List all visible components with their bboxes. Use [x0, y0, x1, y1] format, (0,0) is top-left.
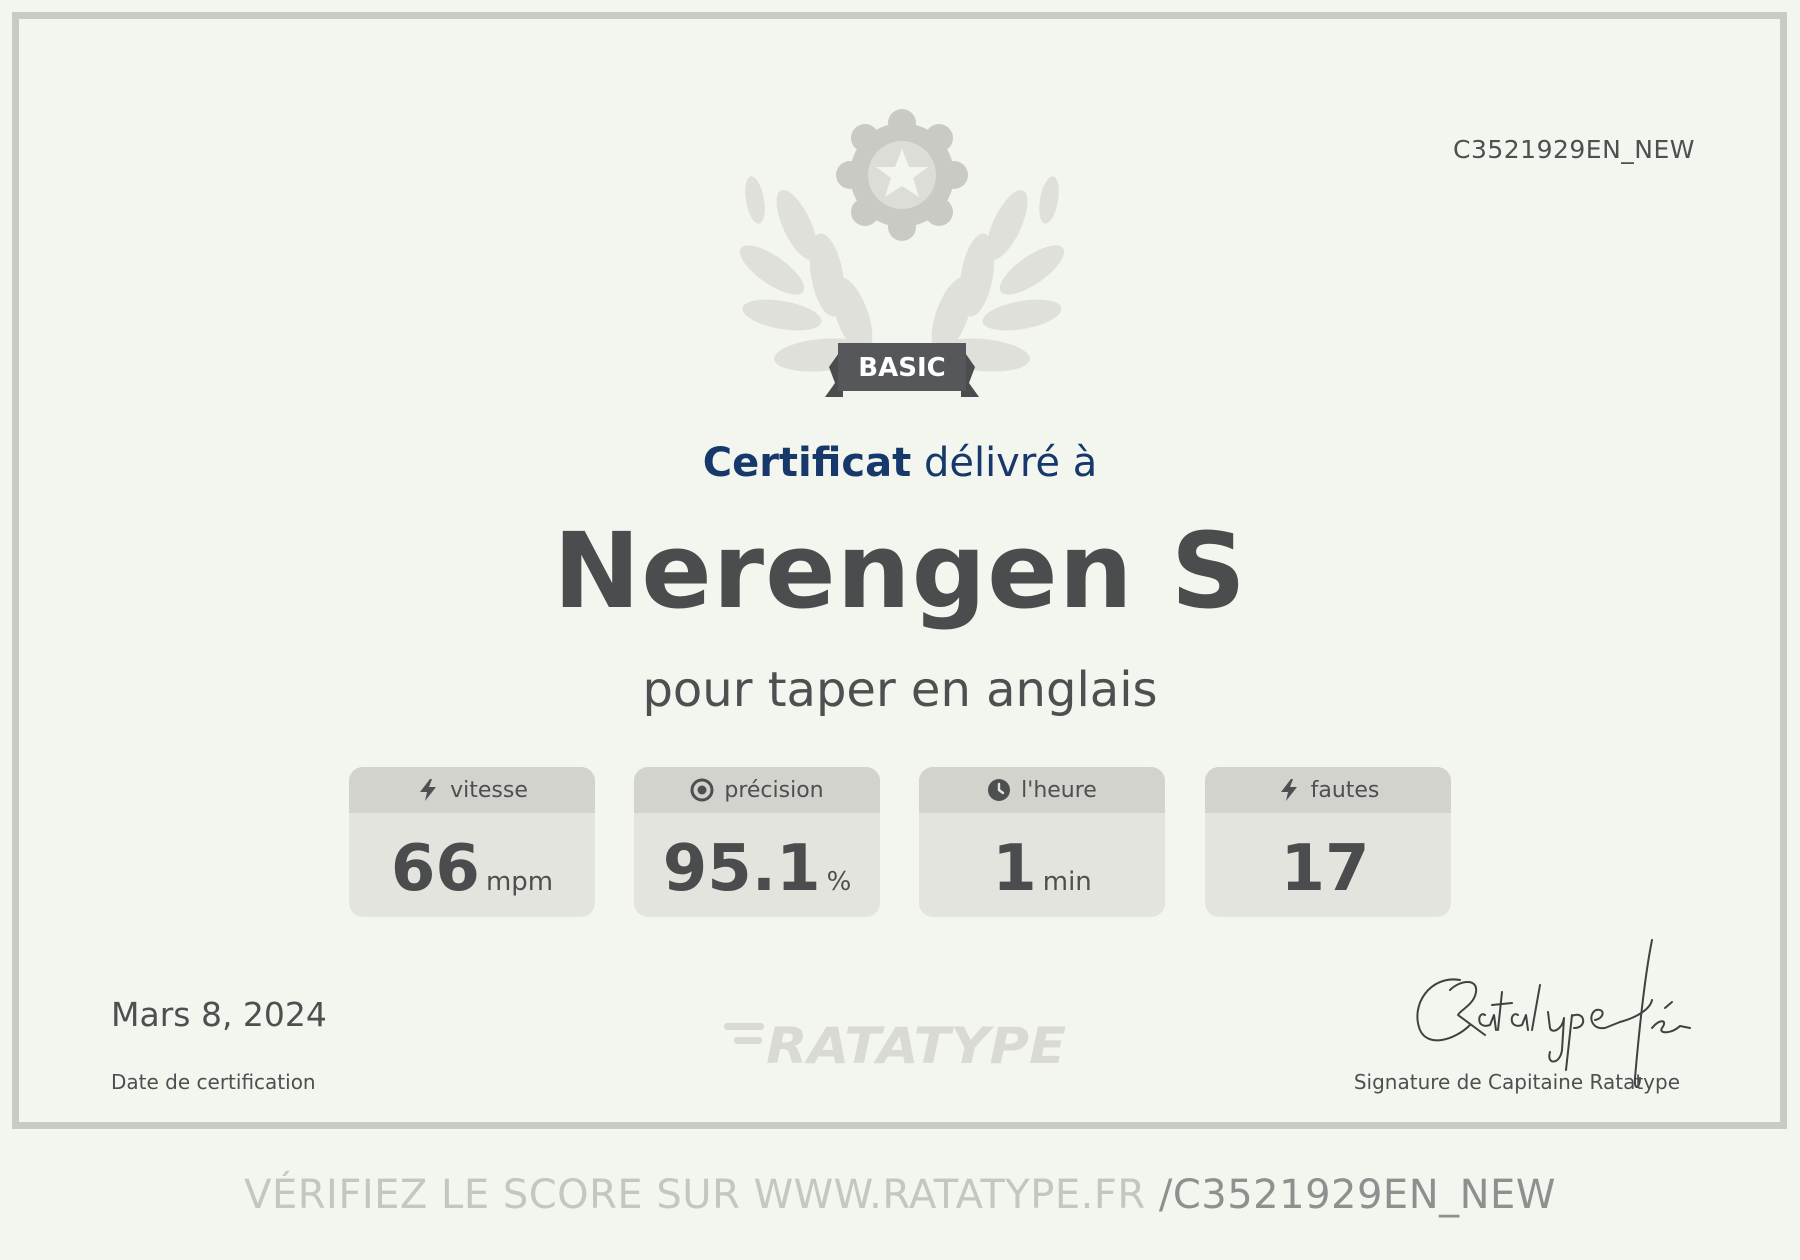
stat-body: 66 mpm [349, 813, 595, 917]
certificate-subtitle: pour taper en anglais [642, 662, 1158, 718]
logo-text: RATATYPE [766, 1017, 1066, 1073]
lightning-icon [1280, 779, 1297, 801]
stat-label: précision [724, 777, 824, 803]
stat-header: l'heure [919, 767, 1165, 813]
stat-header: fautes [1205, 767, 1451, 813]
verify-line: VÉRIFIEZ LE SCORE SUR WWW.RATATYPE.FR /C… [0, 1172, 1800, 1218]
recipient-name: Nerengen S [553, 510, 1247, 632]
date-caption: Date de certification [111, 1070, 316, 1094]
stat-card-accuracy: précision 95.1 % [634, 767, 880, 917]
signature-caption: Signature de Capitaine Ratatype [1353, 1070, 1680, 1094]
stat-label: fautes [1310, 777, 1380, 803]
stat-card-errors: fautes 17 [1205, 767, 1451, 917]
verify-prefix: VÉRIFIEZ LE SCORE SUR WWW.RATATYPE.FR [244, 1172, 1159, 1218]
stat-header: précision [634, 767, 880, 813]
badge-label: BASIC [858, 353, 945, 383]
stats-row: vitesse 66 mpm précision 95.1 % l'heure … [349, 767, 1451, 917]
stat-value: 1 [992, 832, 1037, 906]
ratatype-logo: RATATYPE [724, 1017, 1066, 1073]
stat-label: l'heure [1021, 777, 1097, 803]
certificate-id: C3521929EN_NEW [1452, 135, 1695, 164]
clock-icon [988, 779, 1011, 801]
stat-label: vitesse [450, 777, 528, 803]
target-icon [690, 778, 714, 802]
verify-code: /C3521929EN_NEW [1158, 1172, 1556, 1218]
title-rest: délivré à [923, 440, 1098, 486]
stat-card-time: l'heure 1 min [919, 767, 1165, 917]
stat-unit: min [1042, 867, 1092, 897]
stat-card-speed: vitesse 66 mpm [349, 767, 595, 917]
stat-body: 95.1 % [634, 813, 880, 917]
stat-body: 17 [1205, 813, 1451, 917]
stat-unit: % [826, 867, 852, 897]
stat-unit: mpm [485, 867, 554, 897]
stat-body: 1 min [919, 813, 1165, 917]
title-strong: Certificat [702, 440, 912, 486]
stat-header: vitesse [349, 767, 595, 813]
stat-value: 17 [1280, 832, 1370, 906]
certificate-title: Certificat délivré à [0, 440, 1800, 486]
stat-value: 95.1 [662, 832, 821, 906]
laurel-badge-icon: BASIC [739, 109, 1065, 397]
lightning-icon [420, 779, 437, 801]
stat-value: 66 [390, 832, 480, 906]
certification-date: Mars 8, 2024 [111, 995, 327, 1034]
